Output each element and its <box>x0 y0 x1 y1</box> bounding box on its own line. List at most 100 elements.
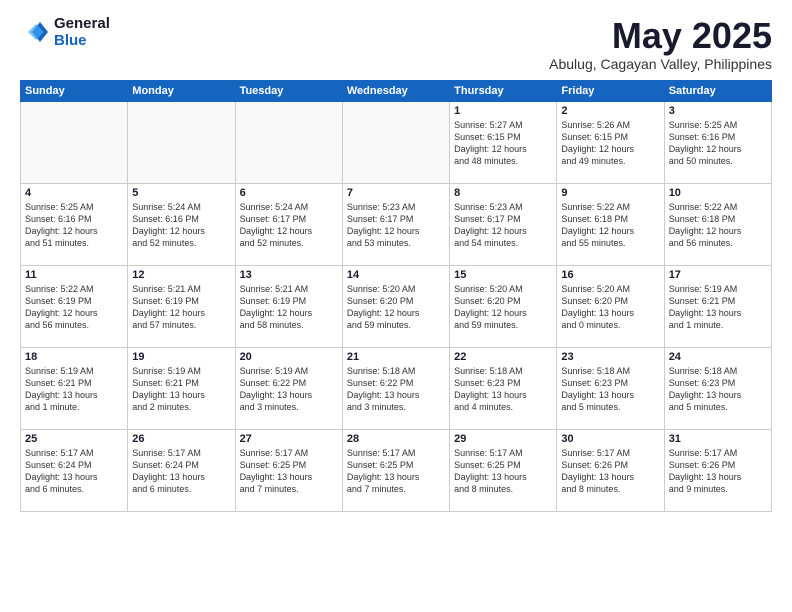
calendar-cell <box>235 101 342 183</box>
day-number: 24 <box>669 351 767 363</box>
calendar-cell: 27Sunrise: 5:17 AM Sunset: 6:25 PM Dayli… <box>235 429 342 511</box>
col-thursday: Thursday <box>450 80 557 101</box>
logo-general-label: General <box>54 16 110 33</box>
day-number: 19 <box>132 351 230 363</box>
calendar-cell: 29Sunrise: 5:17 AM Sunset: 6:25 PM Dayli… <box>450 429 557 511</box>
col-saturday: Saturday <box>664 80 771 101</box>
day-number: 28 <box>347 433 445 445</box>
calendar-cell: 8 Sunrise: 5:23 AM Sunset: 6:17 PM Daylig… <box>450 183 557 265</box>
day-number: 6 <box>240 187 338 199</box>
cell-detail: Sunrise: 5:25 AM Sunset: 6:16 PM Dayligh… <box>669 119 767 168</box>
page: General Blue May 2025 Abulug, Cagayan Va… <box>0 0 792 612</box>
header: General Blue May 2025 Abulug, Cagayan Va… <box>20 16 772 72</box>
cell-detail: Sunrise: 5:21 AM Sunset: 6:19 PM Dayligh… <box>240 283 338 332</box>
calendar-cell: 19 Sunrise: 5:19 AM Sunset: 6:21 PM Dayli… <box>128 347 235 429</box>
cell-detail: Sunrise: 5:22 AM Sunset: 6:19 PM Dayligh… <box>25 283 123 332</box>
calendar-week-3: 18Sunrise: 5:19 AM Sunset: 6:21 PM Dayli… <box>21 347 772 429</box>
day-number: 10 <box>669 187 767 199</box>
cell-detail: Sunrise: 5:18 AM Sunset: 6:23 PM Dayligh… <box>454 365 552 414</box>
cell-detail: Sunrise: 5:18 AM Sunset: 6:23 PM Dayligh… <box>561 365 659 414</box>
calendar-cell: 30 Sunrise: 5:17 AM Sunset: 6:26 PM Dayli… <box>557 429 664 511</box>
cell-detail: Sunrise: 5:24 AM Sunset: 6:17 PM Dayligh… <box>240 201 338 250</box>
day-number: 8 <box>454 187 552 199</box>
day-number: 12 <box>132 269 230 281</box>
calendar-header-row: Sunday Monday Tuesday Wednesday Thursday… <box>21 80 772 101</box>
cell-detail: Sunrise: 5:22 AM Sunset: 6:18 PM Dayligh… <box>561 201 659 250</box>
cell-detail: Sunrise: 5:23 AM Sunset: 6:17 PM Dayligh… <box>454 201 552 250</box>
calendar-cell <box>128 101 235 183</box>
calendar-cell: 28 Sunrise: 5:17 AM Sunset: 6:25 PM Dayli… <box>342 429 449 511</box>
cell-detail: Sunrise: 5:19 AM Sunset: 6:21 PM Dayligh… <box>25 365 123 414</box>
calendar-cell: 16 Sunrise: 5:20 AM Sunset: 6:20 PM Dayli… <box>557 265 664 347</box>
calendar-cell: 7 Sunrise: 5:23 AM Sunset: 6:17 PM Daylig… <box>342 183 449 265</box>
cell-detail: Sunrise: 5:25 AM Sunset: 6:16 PM Dayligh… <box>25 201 123 250</box>
col-wednesday: Wednesday <box>342 80 449 101</box>
day-number: 26 <box>132 433 230 445</box>
calendar-cell: 14Sunrise: 5:20 AM Sunset: 6:20 PM Dayli… <box>342 265 449 347</box>
cell-detail: Sunrise: 5:23 AM Sunset: 6:17 PM Dayligh… <box>347 201 445 250</box>
day-number: 21 <box>347 351 445 363</box>
calendar-cell: 4Sunrise: 5:25 AM Sunset: 6:16 PM Daylig… <box>21 183 128 265</box>
calendar-cell: 12Sunrise: 5:21 AM Sunset: 6:19 PM Dayli… <box>128 265 235 347</box>
calendar-week-0: 1 Sunrise: 5:27 AM Sunset: 6:15 PM Daylig… <box>21 101 772 183</box>
calendar-cell: 22 Sunrise: 5:18 AM Sunset: 6:23 PM Dayli… <box>450 347 557 429</box>
day-number: 5 <box>132 187 230 199</box>
day-number: 25 <box>25 433 123 445</box>
calendar-cell: 13 Sunrise: 5:21 AM Sunset: 6:19 PM Dayli… <box>235 265 342 347</box>
day-number: 16 <box>561 269 659 281</box>
calendar-cell <box>21 101 128 183</box>
day-number: 1 <box>454 105 552 117</box>
cell-detail: Sunrise: 5:17 AM Sunset: 6:26 PM Dayligh… <box>669 447 767 496</box>
cell-detail: Sunrise: 5:20 AM Sunset: 6:20 PM Dayligh… <box>561 283 659 332</box>
title-location: Abulug, Cagayan Valley, Philippines <box>549 56 772 72</box>
cell-detail: Sunrise: 5:20 AM Sunset: 6:20 PM Dayligh… <box>454 283 552 332</box>
cell-detail: Sunrise: 5:18 AM Sunset: 6:23 PM Dayligh… <box>669 365 767 414</box>
day-number: 3 <box>669 105 767 117</box>
cell-detail: Sunrise: 5:22 AM Sunset: 6:18 PM Dayligh… <box>669 201 767 250</box>
day-number: 9 <box>561 187 659 199</box>
day-number: 11 <box>25 269 123 281</box>
calendar-cell: 11 Sunrise: 5:22 AM Sunset: 6:19 PM Dayli… <box>21 265 128 347</box>
calendar-cell <box>342 101 449 183</box>
calendar-cell: 24 Sunrise: 5:18 AM Sunset: 6:23 PM Dayli… <box>664 347 771 429</box>
cell-detail: Sunrise: 5:27 AM Sunset: 6:15 PM Dayligh… <box>454 119 552 168</box>
calendar-cell: 9 Sunrise: 5:22 AM Sunset: 6:18 PM Daylig… <box>557 183 664 265</box>
calendar-table: Sunday Monday Tuesday Wednesday Thursday… <box>20 80 772 512</box>
cell-detail: Sunrise: 5:24 AM Sunset: 6:16 PM Dayligh… <box>132 201 230 250</box>
day-number: 13 <box>240 269 338 281</box>
calendar-cell: 18Sunrise: 5:19 AM Sunset: 6:21 PM Dayli… <box>21 347 128 429</box>
col-monday: Monday <box>128 80 235 101</box>
calendar-cell: 23Sunrise: 5:18 AM Sunset: 6:23 PM Dayli… <box>557 347 664 429</box>
day-number: 2 <box>561 105 659 117</box>
day-number: 20 <box>240 351 338 363</box>
cell-detail: Sunrise: 5:17 AM Sunset: 6:24 PM Dayligh… <box>25 447 123 496</box>
cell-detail: Sunrise: 5:17 AM Sunset: 6:25 PM Dayligh… <box>240 447 338 496</box>
calendar-cell: 26 Sunrise: 5:17 AM Sunset: 6:24 PM Dayli… <box>128 429 235 511</box>
logo-icon <box>20 18 50 48</box>
cell-detail: Sunrise: 5:26 AM Sunset: 6:15 PM Dayligh… <box>561 119 659 168</box>
calendar-week-1: 4Sunrise: 5:25 AM Sunset: 6:16 PM Daylig… <box>21 183 772 265</box>
calendar-week-4: 25 Sunrise: 5:17 AM Sunset: 6:24 PM Dayli… <box>21 429 772 511</box>
title-month: May 2025 <box>549 16 772 56</box>
calendar-cell: 17Sunrise: 5:19 AM Sunset: 6:21 PM Dayli… <box>664 265 771 347</box>
calendar-cell: 25 Sunrise: 5:17 AM Sunset: 6:24 PM Dayli… <box>21 429 128 511</box>
calendar-cell: 6 Sunrise: 5:24 AM Sunset: 6:17 PM Daylig… <box>235 183 342 265</box>
logo-blue-label: Blue <box>54 33 110 50</box>
calendar-cell: 2 Sunrise: 5:26 AM Sunset: 6:15 PM Daylig… <box>557 101 664 183</box>
cell-detail: Sunrise: 5:18 AM Sunset: 6:22 PM Dayligh… <box>347 365 445 414</box>
calendar-cell: 20Sunrise: 5:19 AM Sunset: 6:22 PM Dayli… <box>235 347 342 429</box>
calendar-week-2: 11 Sunrise: 5:22 AM Sunset: 6:19 PM Dayli… <box>21 265 772 347</box>
cell-detail: Sunrise: 5:17 AM Sunset: 6:24 PM Dayligh… <box>132 447 230 496</box>
cell-detail: Sunrise: 5:17 AM Sunset: 6:25 PM Dayligh… <box>454 447 552 496</box>
day-number: 7 <box>347 187 445 199</box>
cell-detail: Sunrise: 5:17 AM Sunset: 6:25 PM Dayligh… <box>347 447 445 496</box>
cell-detail: Sunrise: 5:20 AM Sunset: 6:20 PM Dayligh… <box>347 283 445 332</box>
cell-detail: Sunrise: 5:17 AM Sunset: 6:26 PM Dayligh… <box>561 447 659 496</box>
day-number: 30 <box>561 433 659 445</box>
day-number: 22 <box>454 351 552 363</box>
logo-text: General Blue <box>54 16 110 49</box>
calendar-cell: 5 Sunrise: 5:24 AM Sunset: 6:16 PM Daylig… <box>128 183 235 265</box>
cell-detail: Sunrise: 5:19 AM Sunset: 6:21 PM Dayligh… <box>132 365 230 414</box>
calendar-cell: 15Sunrise: 5:20 AM Sunset: 6:20 PM Dayli… <box>450 265 557 347</box>
day-number: 17 <box>669 269 767 281</box>
